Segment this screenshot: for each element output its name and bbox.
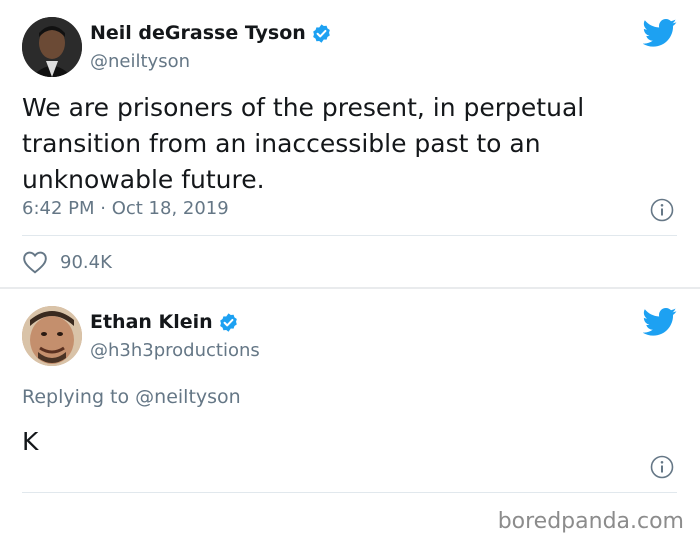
replying-to: Replying to @neiltyson bbox=[22, 386, 241, 408]
divider bbox=[22, 235, 677, 236]
twitter-bird-icon[interactable] bbox=[643, 18, 677, 48]
info-icon[interactable] bbox=[650, 198, 674, 222]
reply-tweet-card: Ethan Klein @h3h3productions Replying to… bbox=[0, 289, 700, 499]
avatar[interactable] bbox=[22, 306, 82, 366]
author-name[interactable]: Ethan Klein bbox=[90, 311, 213, 333]
like-action[interactable]: 90.4K bbox=[22, 250, 112, 274]
replying-to-label: Replying to bbox=[22, 386, 130, 408]
author-handle[interactable]: @h3h3productions bbox=[90, 340, 260, 361]
avatar[interactable] bbox=[22, 17, 82, 77]
tweet-text: K bbox=[22, 427, 39, 456]
heart-icon[interactable] bbox=[22, 250, 48, 274]
tweet-timestamp[interactable]: 6:42 PM · Oct 18, 2019 bbox=[22, 198, 229, 219]
author-handle[interactable]: @neiltyson bbox=[90, 51, 190, 72]
author-name[interactable]: Neil deGrasse Tyson bbox=[90, 22, 306, 44]
verified-badge-icon bbox=[313, 23, 330, 43]
divider bbox=[22, 492, 677, 493]
replying-to-handle[interactable]: @neiltyson bbox=[135, 386, 241, 408]
verified-badge-icon bbox=[219, 312, 237, 332]
author-row: Ethan Klein bbox=[90, 311, 239, 333]
tweet-card: Neil deGrasse Tyson @neiltyson We are pr… bbox=[0, 0, 700, 287]
author-row: Neil deGrasse Tyson bbox=[90, 22, 332, 44]
watermark: boredpanda.com bbox=[497, 509, 684, 534]
info-icon[interactable] bbox=[650, 455, 674, 479]
tweet-text: We are prisoners of the present, in perp… bbox=[22, 93, 585, 194]
like-count: 90.4K bbox=[60, 251, 112, 273]
twitter-bird-icon[interactable] bbox=[643, 307, 677, 337]
